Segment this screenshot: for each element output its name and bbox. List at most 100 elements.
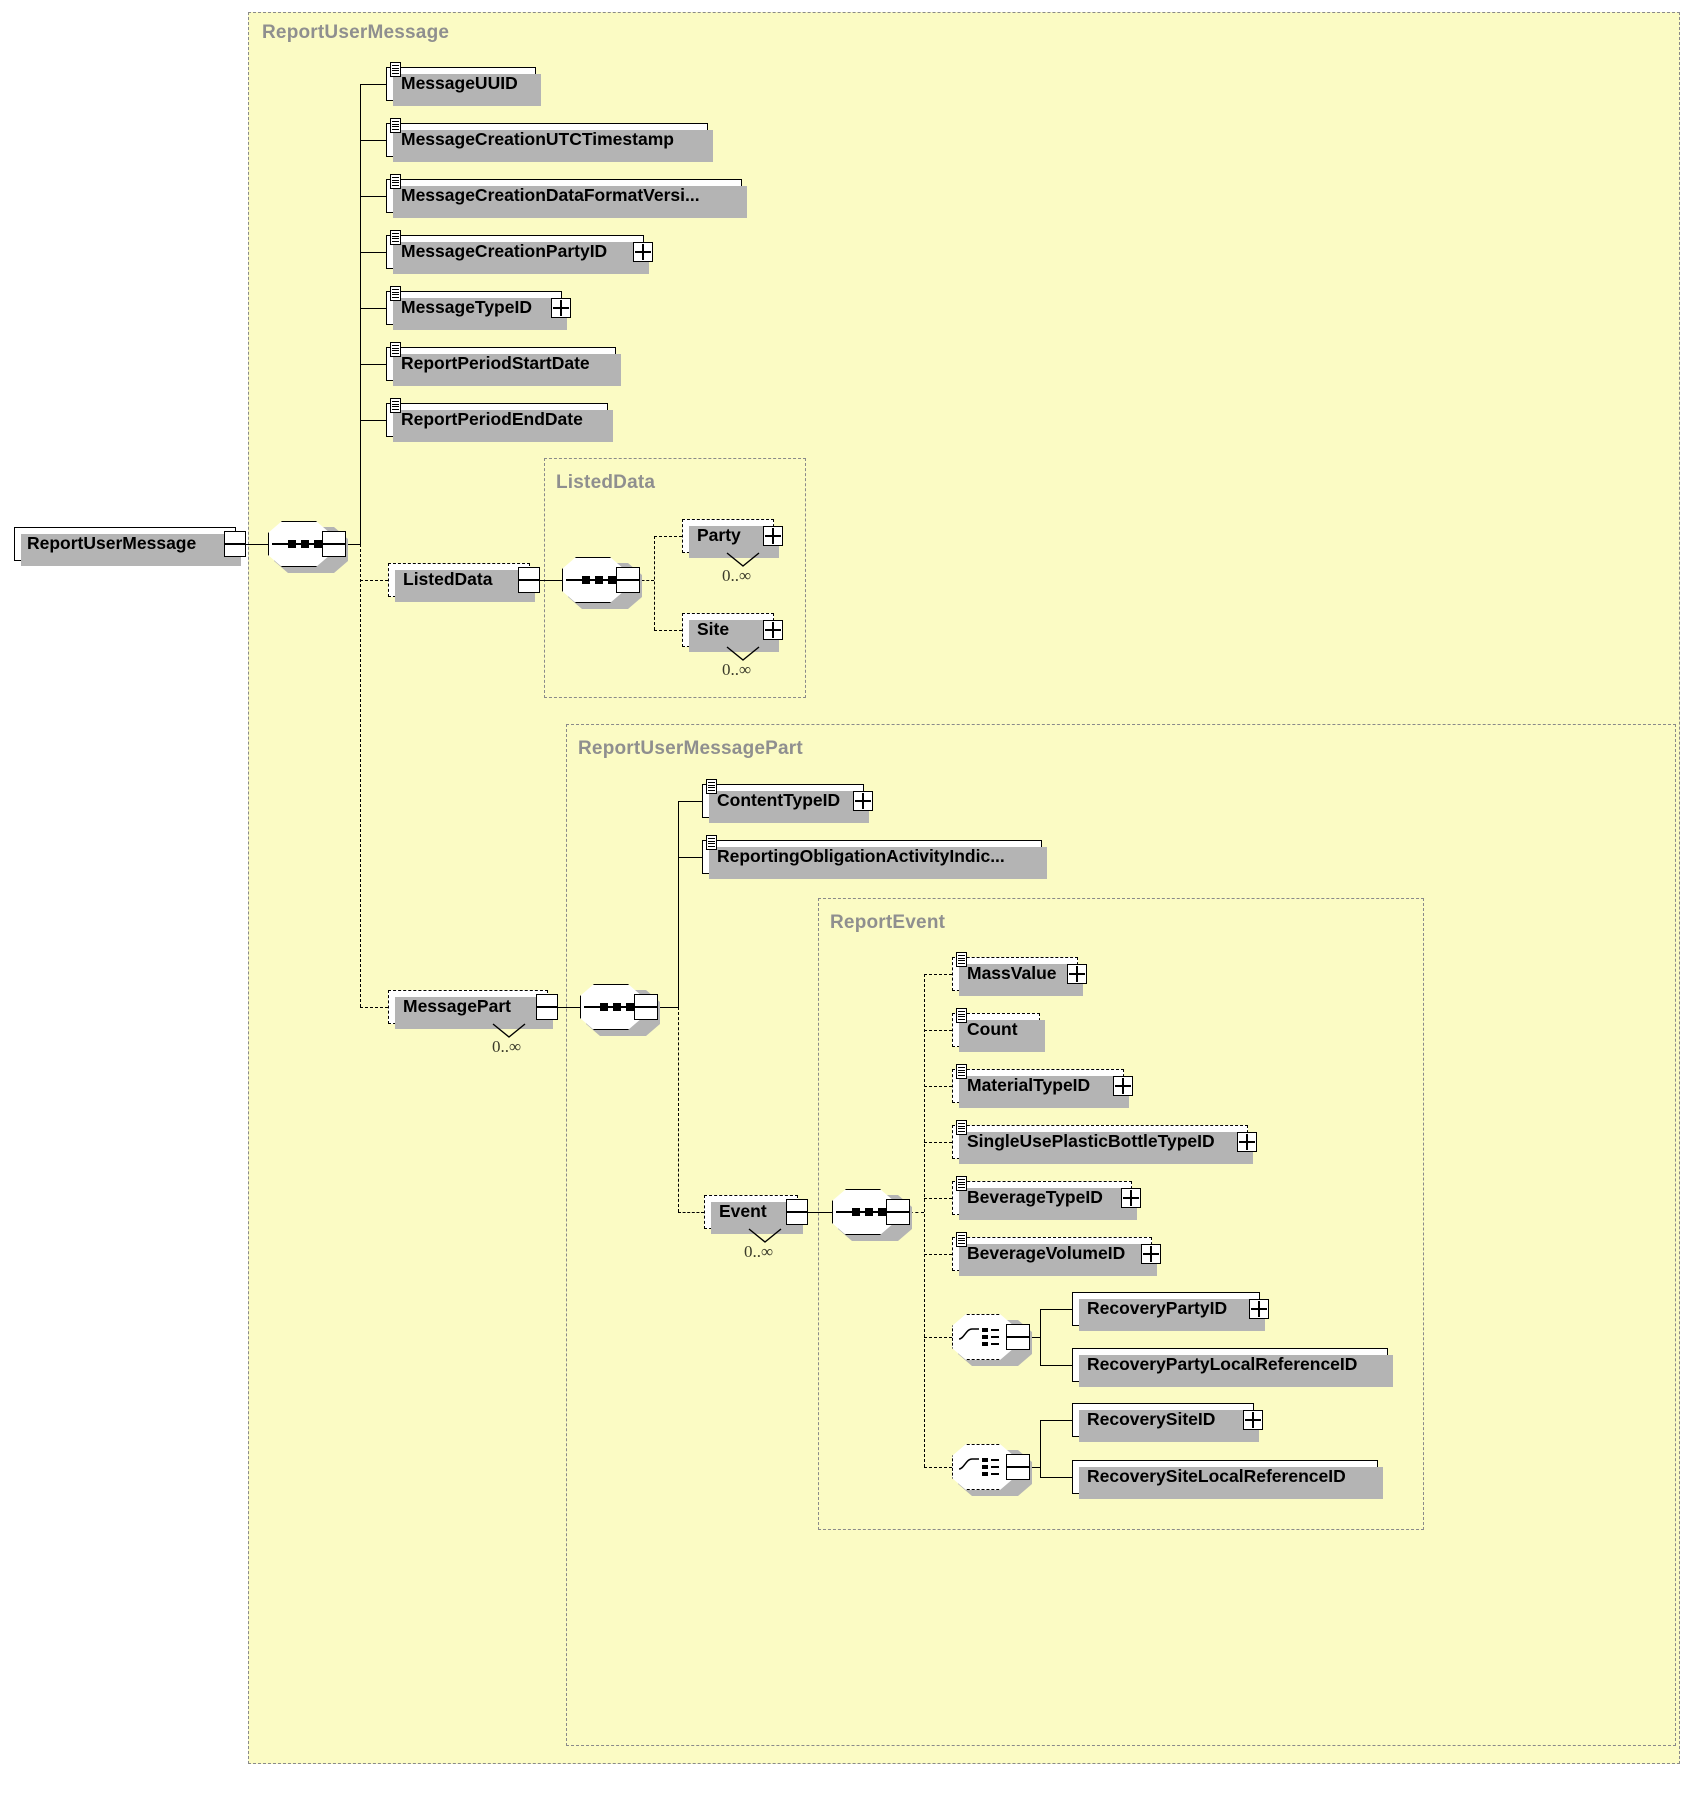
compositor-stub (616, 567, 640, 593)
node-label: RecoveryPartyID (1087, 1298, 1228, 1319)
plus-expand-icon[interactable] (1237, 1132, 1257, 1152)
branch-mass-value (924, 974, 952, 975)
branch-count (924, 1030, 952, 1031)
plus-expand-icon[interactable] (551, 298, 571, 318)
node-recovery-site-local-reference-id[interactable]: RecoverySiteLocalReferenceID (1072, 1460, 1383, 1499)
compositor-stub (1006, 1454, 1030, 1480)
node-label: ReportPeriodStartDate (401, 353, 590, 374)
element-type-lines-icon (390, 118, 401, 133)
node-mass-value[interactable]: MassValue (952, 952, 1087, 996)
complextype-stub-icon (518, 567, 540, 593)
node-message-part[interactable]: MessagePart (388, 990, 558, 1029)
node-event[interactable]: Event (704, 1195, 808, 1234)
node-beverage-type-id[interactable]: BeverageTypeID (952, 1176, 1141, 1220)
trunk-vertical-dotted (360, 544, 361, 1007)
plus-expand-icon[interactable] (1113, 1076, 1133, 1096)
sequence-compositor-root[interactable] (268, 521, 348, 573)
plus-expand-icon[interactable] (1243, 1410, 1263, 1430)
node-message-type-id[interactable]: MessageTypeID (386, 286, 571, 330)
node-party[interactable]: Party (682, 519, 783, 558)
sequence-compositor-listed-data[interactable] (562, 557, 642, 609)
plus-expand-icon[interactable] (763, 526, 783, 546)
branch-message-type-id (360, 308, 386, 309)
node-label: Site (697, 619, 730, 640)
branch-recovery-site-id (1040, 1420, 1072, 1421)
node-message-creation-data-format-version[interactable]: MessageCreationDataFormatVersi... (386, 174, 747, 218)
node-message-creation-utc-timestamp[interactable]: MessageCreationUTCTimestamp (386, 118, 713, 162)
plus-expand-icon[interactable] (1067, 964, 1087, 984)
node-count[interactable]: Count (952, 1008, 1045, 1052)
node-label: ReportingObligationActivityIndic... (717, 846, 1005, 867)
branch-listed-data (360, 580, 388, 581)
complextype-stub-icon (224, 531, 246, 557)
branch-beverage-volume-id (924, 1254, 952, 1255)
plus-expand-icon[interactable] (1141, 1244, 1161, 1264)
node-label: MessageCreationUTCTimestamp (401, 129, 674, 150)
plus-expand-icon[interactable] (633, 242, 653, 262)
cardinality-party: 0..∞ (722, 566, 752, 585)
cardinality-message-part: 0..∞ (492, 1037, 522, 1056)
plus-expand-icon[interactable] (1121, 1188, 1141, 1208)
branch-event (678, 1212, 704, 1213)
plus-expand-icon[interactable] (853, 791, 873, 811)
group-title-report-user-message: ReportUserMessage (262, 22, 450, 43)
element-type-lines-icon (706, 835, 717, 850)
compositor-stub (322, 531, 346, 557)
branch-report-period-start-date (360, 364, 386, 365)
choice-compositor-recovery-party[interactable] (952, 1314, 1032, 1366)
branch-recovery-site-local-reference-id (1040, 1477, 1072, 1478)
element-type-lines-icon (390, 62, 401, 77)
node-label: RecoverySiteID (1087, 1409, 1216, 1430)
element-type-lines-icon (956, 1232, 967, 1247)
sequence-compositor-message-part[interactable] (580, 984, 660, 1036)
node-label: MessageCreationPartyID (401, 241, 608, 262)
branch-report-period-end-date (360, 420, 386, 421)
node-message-creation-party-id[interactable]: MessageCreationPartyID (386, 230, 653, 274)
branch-recovery-party-local-reference-id (1040, 1365, 1072, 1366)
node-report-user-message-root[interactable]: ReportUserMessage (14, 527, 246, 566)
node-listed-data[interactable]: ListedData (388, 563, 540, 602)
node-label: ReportUserMessage (27, 533, 197, 554)
element-type-lines-icon (390, 174, 401, 189)
choice-marks-icon (982, 1328, 999, 1346)
cardinality-site: 0..∞ (722, 660, 752, 679)
choice2-trunk (1040, 1420, 1041, 1477)
compositor-stub (1006, 1324, 1030, 1350)
node-content-type-id[interactable]: ContentTypeID (702, 779, 873, 823)
sequence-dots-icon (582, 576, 616, 584)
node-label: MessagePart (403, 996, 511, 1017)
sequence-compositor-event[interactable] (832, 1189, 912, 1241)
node-message-uuid[interactable]: MessageUUID (386, 62, 541, 106)
plus-expand-icon[interactable] (1249, 1299, 1269, 1319)
branch-site (654, 630, 682, 631)
group-title-report-user-message-part: ReportUserMessagePart (578, 738, 803, 759)
choice-compositor-recovery-site[interactable] (952, 1444, 1032, 1496)
node-recovery-site-id[interactable]: RecoverySiteID (1072, 1403, 1263, 1442)
node-site[interactable]: Site (682, 613, 783, 652)
branch-message-creation-party-id (360, 252, 386, 253)
node-recovery-party-id[interactable]: RecoveryPartyID (1072, 1292, 1269, 1331)
branch-content-type-id (678, 801, 702, 802)
node-label: RecoverySiteLocalReferenceID (1087, 1466, 1346, 1487)
node-label: ContentTypeID (717, 790, 841, 811)
branch-party (654, 536, 682, 537)
xsd-diagram-canvas: ReportUserMessage ListedData ReportUserM… (0, 0, 1692, 1794)
element-type-lines-icon (956, 1064, 967, 1079)
node-recovery-party-local-reference-id[interactable]: RecoveryPartyLocalReferenceID (1072, 1348, 1393, 1387)
choice1-trunk (1040, 1309, 1041, 1366)
node-label: RecoveryPartyLocalReferenceID (1087, 1354, 1358, 1375)
node-beverage-volume-id[interactable]: BeverageVolumeID (952, 1232, 1161, 1276)
node-material-type-id[interactable]: MaterialTypeID (952, 1064, 1133, 1108)
trunk-vertical-solid (360, 84, 361, 544)
element-type-lines-icon (956, 1176, 967, 1191)
branch-material-type-id (924, 1086, 952, 1087)
sequence-dots-icon (600, 1003, 634, 1011)
node-report-period-end-date[interactable]: ReportPeriodEndDate (386, 398, 613, 442)
node-reporting-obligation-activity-indicator[interactable]: ReportingObligationActivityIndic... (702, 835, 1047, 879)
node-label: MessageTypeID (401, 297, 532, 318)
element-type-lines-icon (390, 342, 401, 357)
node-single-use-plastic-bottle-type-id[interactable]: SingleUsePlasticBottleTypeID (952, 1120, 1257, 1164)
choice-curve-icon (958, 1327, 979, 1340)
node-report-period-start-date[interactable]: ReportPeriodStartDate (386, 342, 621, 386)
plus-expand-icon[interactable] (763, 620, 783, 640)
